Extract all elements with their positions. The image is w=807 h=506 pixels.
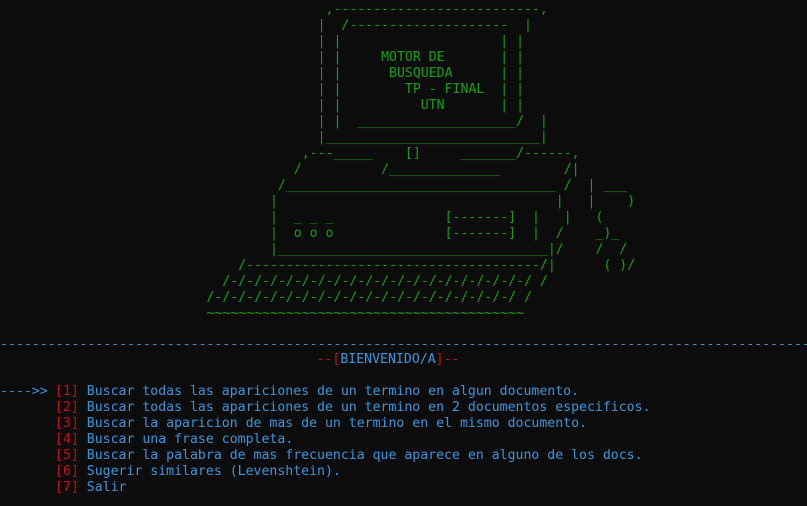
ascii-art-line: | _ _ _ [-------] | | ( [0, 210, 604, 225]
ascii-art-line: /-------------------------------------/|… [0, 258, 636, 273]
menu-item-label: Buscar una frase completa. [86, 432, 294, 447]
ascii-art-line: |___________________________| [0, 130, 548, 145]
menu-item-number: [7] [55, 480, 79, 495]
menu-item-number: [4] [55, 432, 79, 447]
ascii-art-line: /-/-/-/-/-/-/-/-/-/-/-/-/-/-/-/-/-/-/-/ … [0, 290, 532, 305]
menu-item-label: Buscar todas las apariciones de un termi… [86, 384, 580, 399]
ascii-art-line: | | TP - FINAL | | [0, 82, 525, 97]
welcome-close-bracket: ] [435, 352, 444, 367]
ascii-art-line: | | | | [0, 34, 525, 49]
ascii-art-line: ,---_____ [] _______/------, [0, 146, 580, 161]
menu-item-number: [3] [55, 416, 79, 431]
ascii-art-line: ~~~~~~~~~~~~~~~~~~~~~~~~~~~~~~~~~~~~~~~~ [0, 306, 525, 321]
ascii-art-line: | o o o [-------] | / _)_ [0, 226, 620, 241]
welcome-left-dashes: -- [316, 352, 333, 367]
menu-item-1[interactable]: ---->> [1] Buscar todas las apariciones d… [0, 384, 651, 400]
welcome-right-dashes: -- [443, 352, 460, 367]
menu-cursor-arrow: ---->> [0, 384, 48, 399]
ascii-art-line: | | MOTOR DE | | [0, 50, 525, 65]
ascii-computer-art: ,--------------------------, | /--------… [0, 2, 635, 322]
terminal-window: ,--------------------------, | /--------… [0, 0, 807, 506]
menu-item-number: [5] [55, 448, 79, 463]
ascii-art-line: /__________________________________ / | … [0, 178, 628, 193]
menu-item-label: Buscar todas las apariciones de un termi… [86, 400, 651, 415]
menu-item-label: Salir [86, 480, 127, 495]
menu-item-label: Buscar la palabra de mas frecuencia que … [86, 448, 643, 463]
ascii-art-line: | | ____________________/ | [0, 114, 548, 129]
menu-item-number: [1] [55, 384, 79, 399]
menu-item-7[interactable]: [7] Salir [0, 480, 651, 496]
ascii-art-line: | | BUSQUEDA | | [0, 66, 525, 81]
ascii-art-line: |__________________________________|/ / … [0, 242, 628, 257]
menu-item-number: [2] [55, 400, 79, 415]
ascii-art-line: / /______________ /| [0, 162, 580, 177]
menu-item-5[interactable]: [5] Buscar la palabra de mas frecuencia … [0, 448, 651, 464]
welcome-text: BIENVENIDO/A [340, 352, 436, 367]
menu-item-2[interactable]: [2] Buscar todas las apariciones de un t… [0, 400, 651, 416]
menu-divider: ----------------------------------------… [0, 337, 807, 352]
welcome-banner: --[BIENVENIDO/A]-- [0, 352, 776, 368]
menu-item-number: [6] [55, 464, 79, 479]
menu-item-6[interactable]: [6] Sugerir similares (Levenshtein). [0, 464, 651, 480]
ascii-art-line: | | UTN | | [0, 98, 525, 113]
ascii-art-line: | /-------------------- | [0, 18, 532, 33]
ascii-art-line: /-/-/-/-/-/-/-/-/-/-/-/-/-/-/-/-/-/-/-/ … [0, 274, 548, 289]
ascii-art-line: ,--------------------------, [0, 2, 548, 17]
menu-item-label: Buscar la aparicion de mas de un termino… [86, 416, 587, 431]
menu-item-label: Sugerir similares (Levenshtein). [86, 464, 341, 479]
main-menu: ---->> [1] Buscar todas las apariciones d… [0, 384, 651, 496]
menu-item-4[interactable]: [4] Buscar una frase completa. [0, 432, 651, 448]
ascii-art-line: | | | ) [0, 194, 636, 209]
menu-item-3[interactable]: [3] Buscar la aparicion de mas de un ter… [0, 416, 651, 432]
